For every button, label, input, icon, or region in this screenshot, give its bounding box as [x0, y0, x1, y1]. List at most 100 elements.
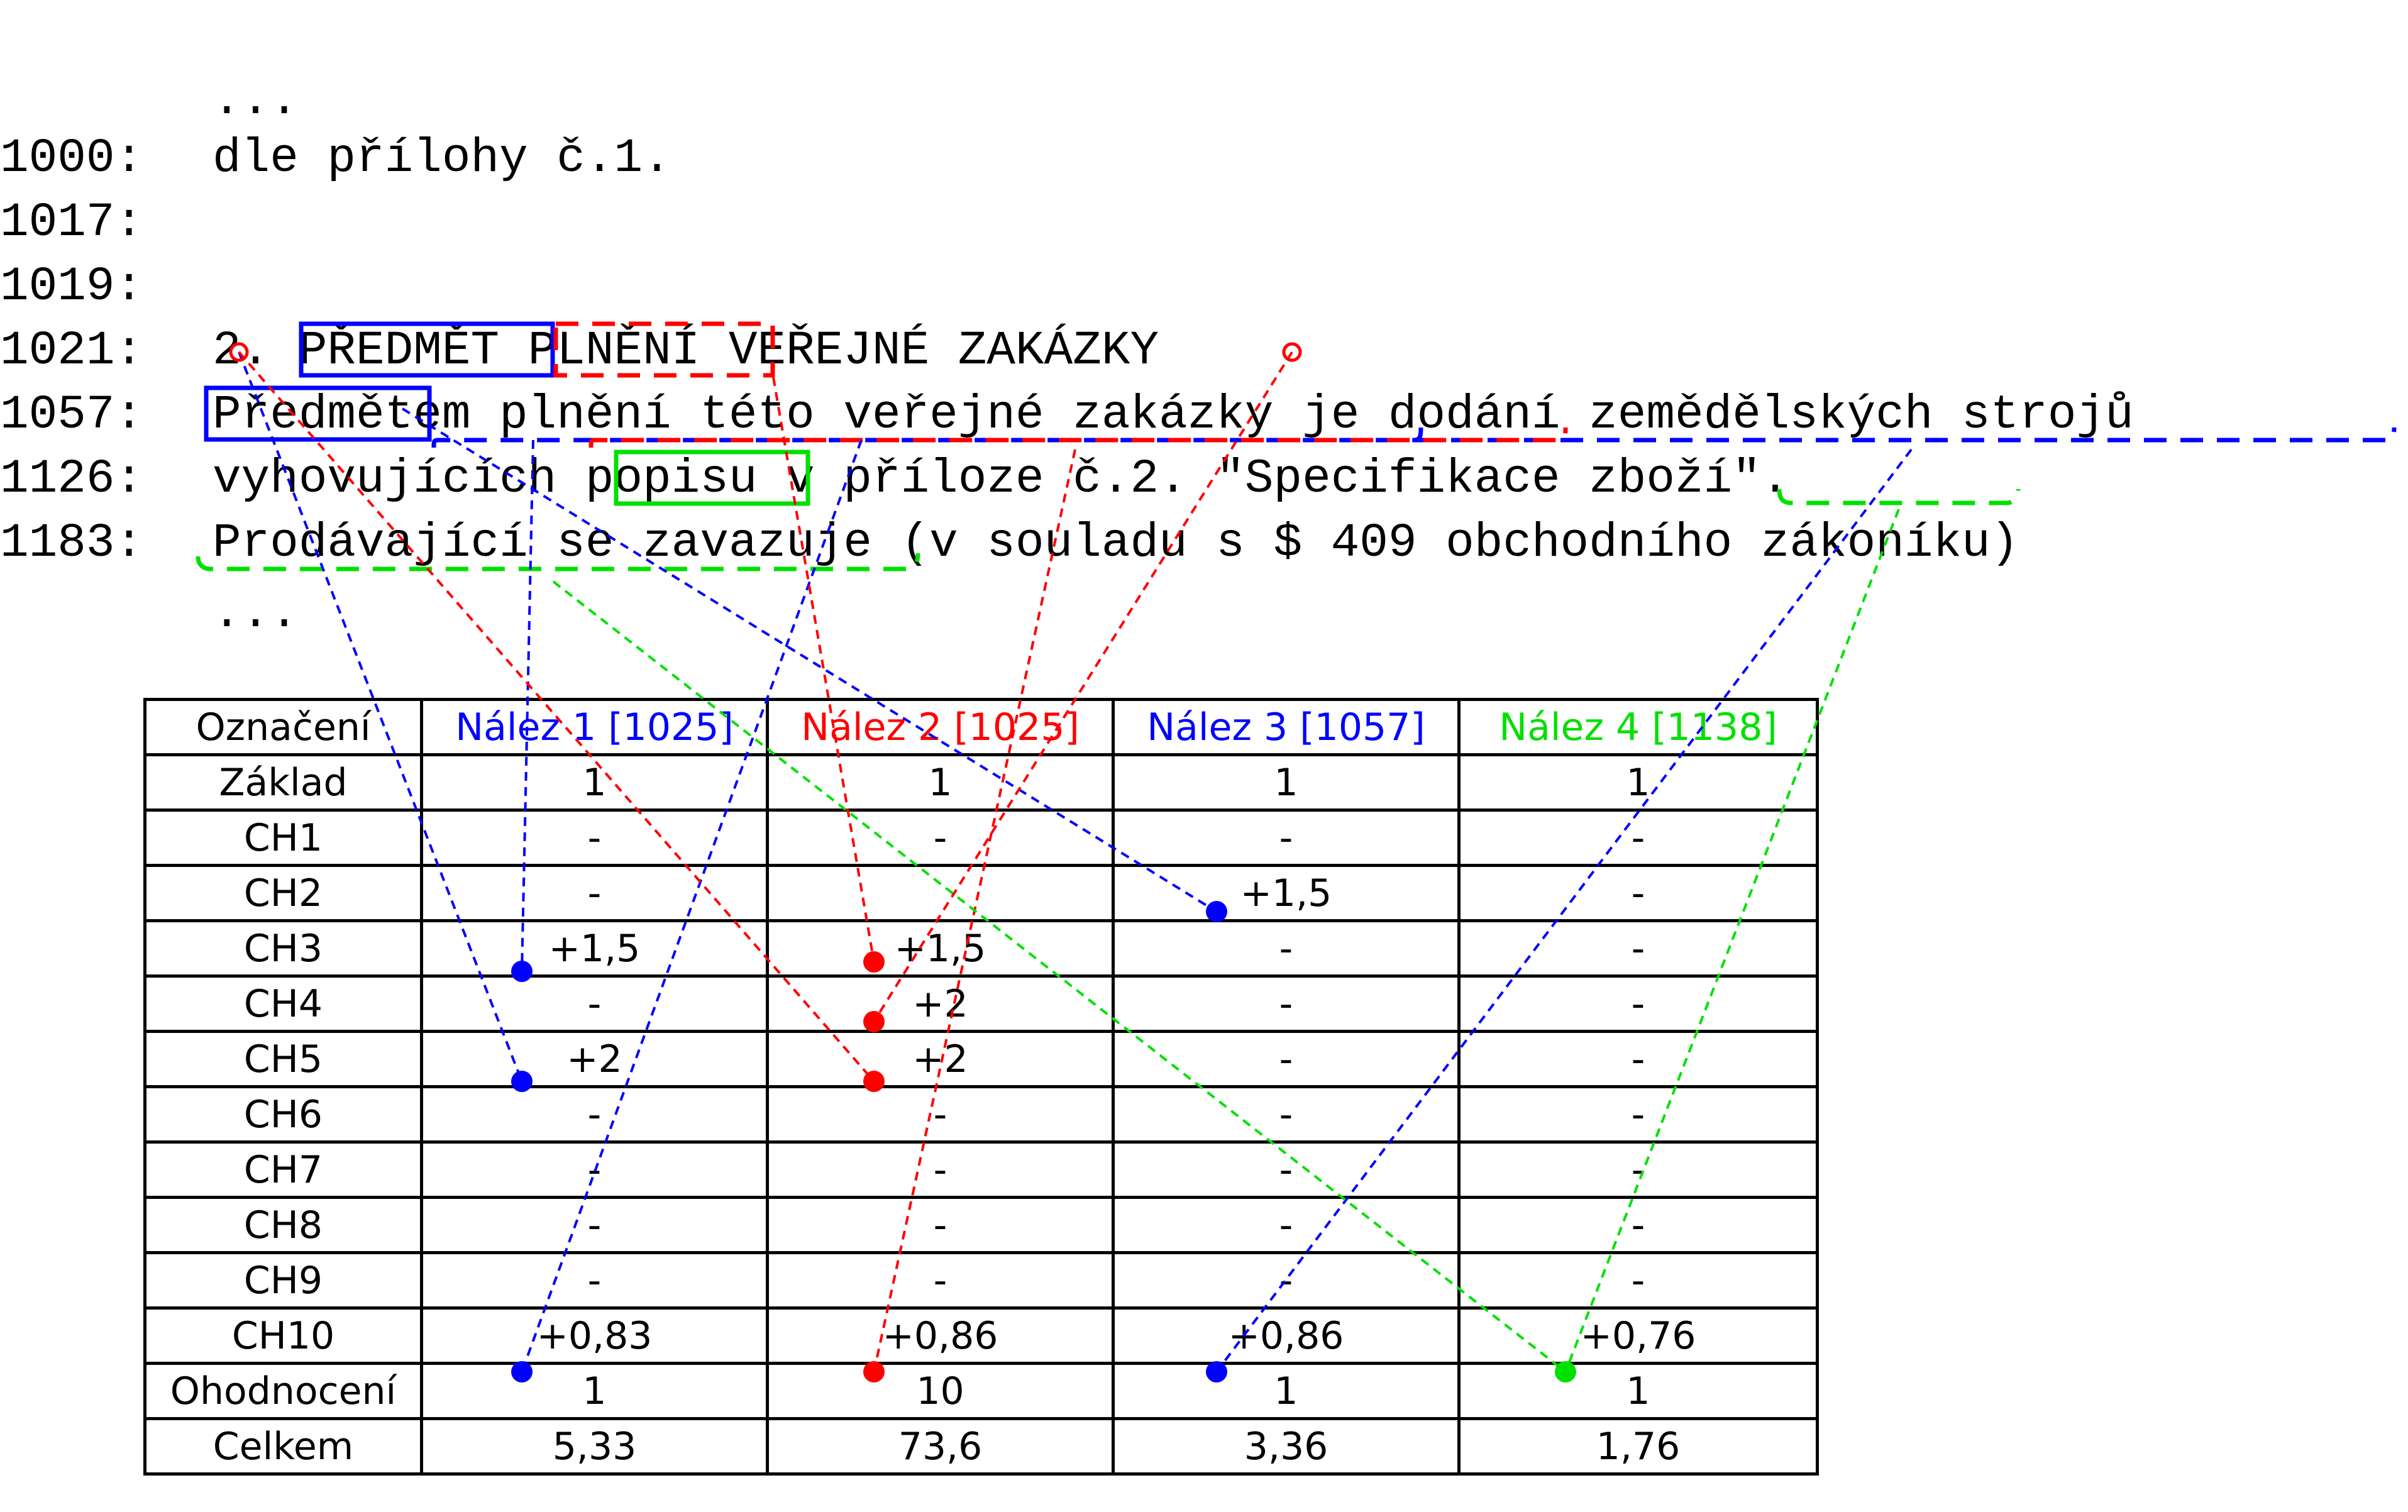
score-cell: - — [1457, 974, 1819, 1033]
row-label: CH10 — [143, 1306, 423, 1365]
score-cell: 1 — [1457, 753, 1819, 812]
row-label: CH8 — [143, 1196, 423, 1254]
score-cell: 1 — [1112, 753, 1461, 812]
table-row: CH3 +1,5 +1,5- - — [143, 919, 1819, 978]
score-cell: - — [1457, 864, 1819, 922]
line-text: Prodávající se zavazuje (v souladu s $ 4… — [213, 516, 2019, 570]
line-number: 1021: — [0, 324, 144, 378]
table-row: CH7- - - - — [143, 1140, 1819, 1199]
score-cell: +2 — [766, 1030, 1115, 1088]
line-number: 1019: — [0, 260, 144, 314]
table-header-row: Označení Nález 1 [1025] Nález 2 [1025] N… — [143, 698, 1819, 756]
score-cell: +1,5 — [420, 919, 769, 978]
header-nalez-1: Nález 1 [1025] — [420, 698, 769, 756]
table-row: CH2- +1,5- — [143, 864, 1819, 922]
score-cell: - — [420, 1251, 769, 1310]
score-cell: +0,86 — [1112, 1306, 1461, 1365]
score-cell: +0,86 — [766, 1306, 1115, 1365]
score-cell: +0,76 — [1457, 1306, 1819, 1365]
score-cell: - — [766, 1140, 1115, 1199]
row-label: Ohodnocení — [143, 1362, 423, 1420]
score-cell: 1 — [420, 1362, 769, 1420]
row-label: CH3 — [143, 919, 423, 978]
score-cell: - — [1457, 1030, 1819, 1088]
table-row: CH6- - - - — [143, 1085, 1819, 1144]
score-cell: 1 — [1112, 1362, 1461, 1420]
line-number: 1126: — [0, 452, 144, 506]
score-cell: - — [766, 1085, 1115, 1144]
line-number: 1000: — [0, 131, 144, 185]
row-label: CH1 — [143, 808, 423, 867]
line-number: 1017: — [0, 196, 144, 250]
table-row: CH5 +2 +2- - — [143, 1030, 1819, 1088]
line-text: dle přílohy č.1. — [213, 131, 671, 185]
header-nalez-4: Nález 4 [1138] — [1457, 698, 1819, 756]
header-nalez-3: Nález 3 [1057] — [1112, 698, 1461, 756]
score-cell: - — [1112, 1196, 1461, 1254]
score-cell: +1,5 — [1112, 864, 1461, 922]
score-cell: +0,83 — [420, 1306, 769, 1365]
row-label: Celkem — [143, 1417, 423, 1476]
line-text: ... — [213, 587, 299, 641]
score-cell: - — [420, 1196, 769, 1254]
row-label: CH5 — [143, 1030, 423, 1088]
table-row: Základ 1 1 1 1 — [143, 753, 1819, 812]
table-row: CH1- - - - — [143, 808, 1819, 867]
score-cell: - — [1457, 919, 1819, 978]
score-cell: - — [420, 808, 769, 867]
score-cell: +2 — [420, 1030, 769, 1088]
score-cell: - — [1457, 1196, 1819, 1254]
score-cell: - — [1112, 808, 1461, 867]
row-label: CH4 — [143, 974, 423, 1033]
table-row: CH9- - - - — [143, 1251, 1819, 1310]
row-label: CH9 — [143, 1251, 423, 1310]
line-text: vyhovujících popisu v příloze č.2. "Spec… — [213, 452, 1790, 506]
annotation-figure: ... 1000: dle přílohy č.1. 1017: 1019: 10… — [0, 0, 2408, 1512]
score-cell: - — [1112, 919, 1461, 978]
score-cell: - — [1457, 808, 1819, 867]
score-cell — [766, 864, 1115, 922]
score-cell: - — [420, 864, 769, 922]
table-row: CH8- - - - — [143, 1196, 1819, 1254]
score-cell: 1 — [420, 753, 769, 812]
score-cell: - — [766, 1251, 1115, 1310]
table-row: Celkem 5,33 73,6 3,36 1,76 — [143, 1417, 1819, 1476]
score-cell: +1,5 — [766, 919, 1115, 978]
table-row: CH4- +2- - — [143, 974, 1819, 1033]
score-cell: 1,76 — [1457, 1417, 1819, 1476]
header-nalez-2: Nález 2 [1025] — [766, 698, 1115, 756]
score-cell: 10 — [766, 1362, 1115, 1420]
score-cell: 5,33 — [420, 1417, 769, 1476]
line-text: Předmětem plnění této veřejné zakázky je… — [213, 388, 2134, 442]
score-cell: - — [1112, 1030, 1461, 1088]
table-row: Ohodnocení 1 10 1 1 — [143, 1362, 1819, 1420]
score-cell: - — [1457, 1251, 1819, 1310]
score-cell: 1 — [1457, 1362, 1819, 1420]
line-number: 1057: — [0, 388, 144, 442]
score-cell: - — [420, 1140, 769, 1199]
score-cell: +2 — [766, 974, 1115, 1033]
row-label: CH2 — [143, 864, 423, 922]
row-label: CH6 — [143, 1085, 423, 1144]
score-cell: - — [766, 808, 1115, 867]
header-oznaceni: Označení — [143, 698, 423, 756]
line-number: 1183: — [0, 516, 144, 570]
score-cell: - — [1112, 1085, 1461, 1144]
row-label: CH7 — [143, 1140, 423, 1199]
score-cell: - — [1112, 974, 1461, 1033]
row-label: Základ — [143, 753, 423, 812]
code-listing: ... 1000: dle přílohy č.1. 1017: 1019: 10… — [0, 0, 2408, 666]
score-cell: - — [420, 1085, 769, 1144]
scoring-table: Označení Nález 1 [1025] Nález 2 [1025] N… — [143, 698, 1819, 1476]
line-text: ... — [213, 74, 299, 128]
score-cell: 73,6 — [766, 1417, 1115, 1476]
line-text: 2. PŘEDMĚT PLNĚNÍ VEŘEJNÉ ZAKÁZKY — [213, 324, 1159, 378]
score-cell: - — [1457, 1140, 1819, 1199]
score-cell: - — [766, 1196, 1115, 1254]
score-cell: - — [1457, 1085, 1819, 1144]
score-cell: 3,36 — [1112, 1417, 1461, 1476]
table-row: CH10 +0,83 +0,86 +0,86 +0,76 — [143, 1306, 1819, 1365]
score-cell: - — [1112, 1140, 1461, 1199]
score-cell: 1 — [766, 753, 1115, 812]
score-cell: - — [420, 974, 769, 1033]
